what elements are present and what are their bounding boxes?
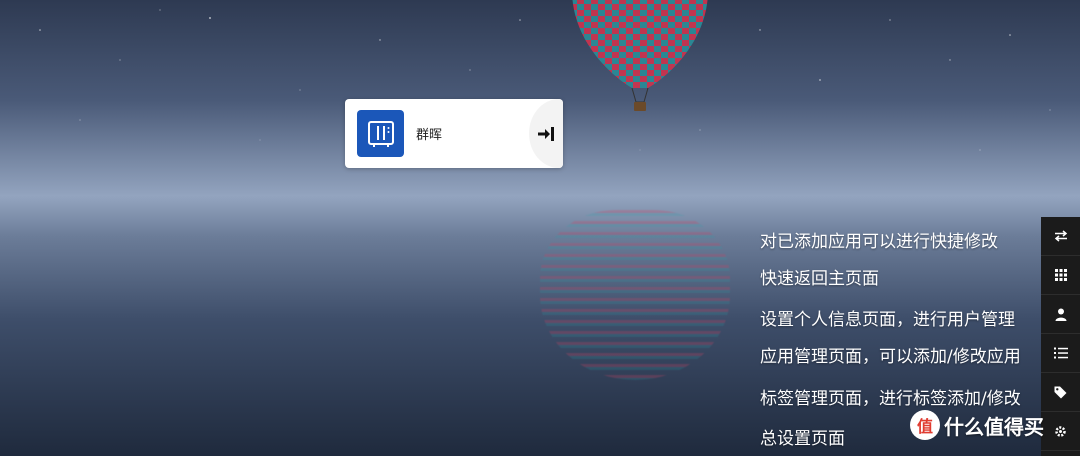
grid-icon (1054, 269, 1067, 281)
home-button[interactable] (1041, 256, 1080, 295)
watermark-text: 什么值得买 (944, 414, 1044, 439)
watermark-logo: 值 (910, 410, 940, 440)
tip-app-management: 应用管理页面，可以添加/修改应用 (760, 347, 1021, 367)
open-app-button[interactable] (529, 99, 563, 168)
app-card-synology[interactable]: 群晖 (345, 99, 563, 168)
tag-management-button[interactable] (1041, 373, 1080, 412)
app-name: 群晖 (416, 128, 443, 143)
gear-icon (1055, 425, 1066, 437)
user-icon (1055, 308, 1066, 321)
app-management-button[interactable] (1041, 334, 1080, 373)
nas-icon (357, 110, 404, 157)
tip-profile: 设置个人信息页面，进行用户管理 (760, 310, 1015, 330)
quick-edit-button[interactable] (1041, 217, 1080, 256)
tip-home: 快速返回主页面 (760, 269, 879, 289)
balloon-reflection (540, 210, 730, 380)
arrow-right-to-bar-icon (538, 126, 554, 141)
tip-tag-management: 标签管理页面，进行标签添加/修改 (760, 389, 1021, 409)
swap-arrows-icon (1054, 230, 1067, 242)
tip-quick-edit: 对已添加应用可以进行快捷修改 (760, 232, 998, 252)
tip-settings: 总设置页面 (760, 429, 845, 449)
side-toolbar (1041, 217, 1080, 456)
hot-air-balloon-image (572, 0, 708, 111)
site-watermark: 值 什么值得买 (910, 410, 1044, 440)
tag-icon (1054, 386, 1067, 398)
profile-button[interactable] (1041, 295, 1080, 334)
settings-button[interactable] (1041, 412, 1080, 451)
list-icon (1053, 347, 1068, 359)
